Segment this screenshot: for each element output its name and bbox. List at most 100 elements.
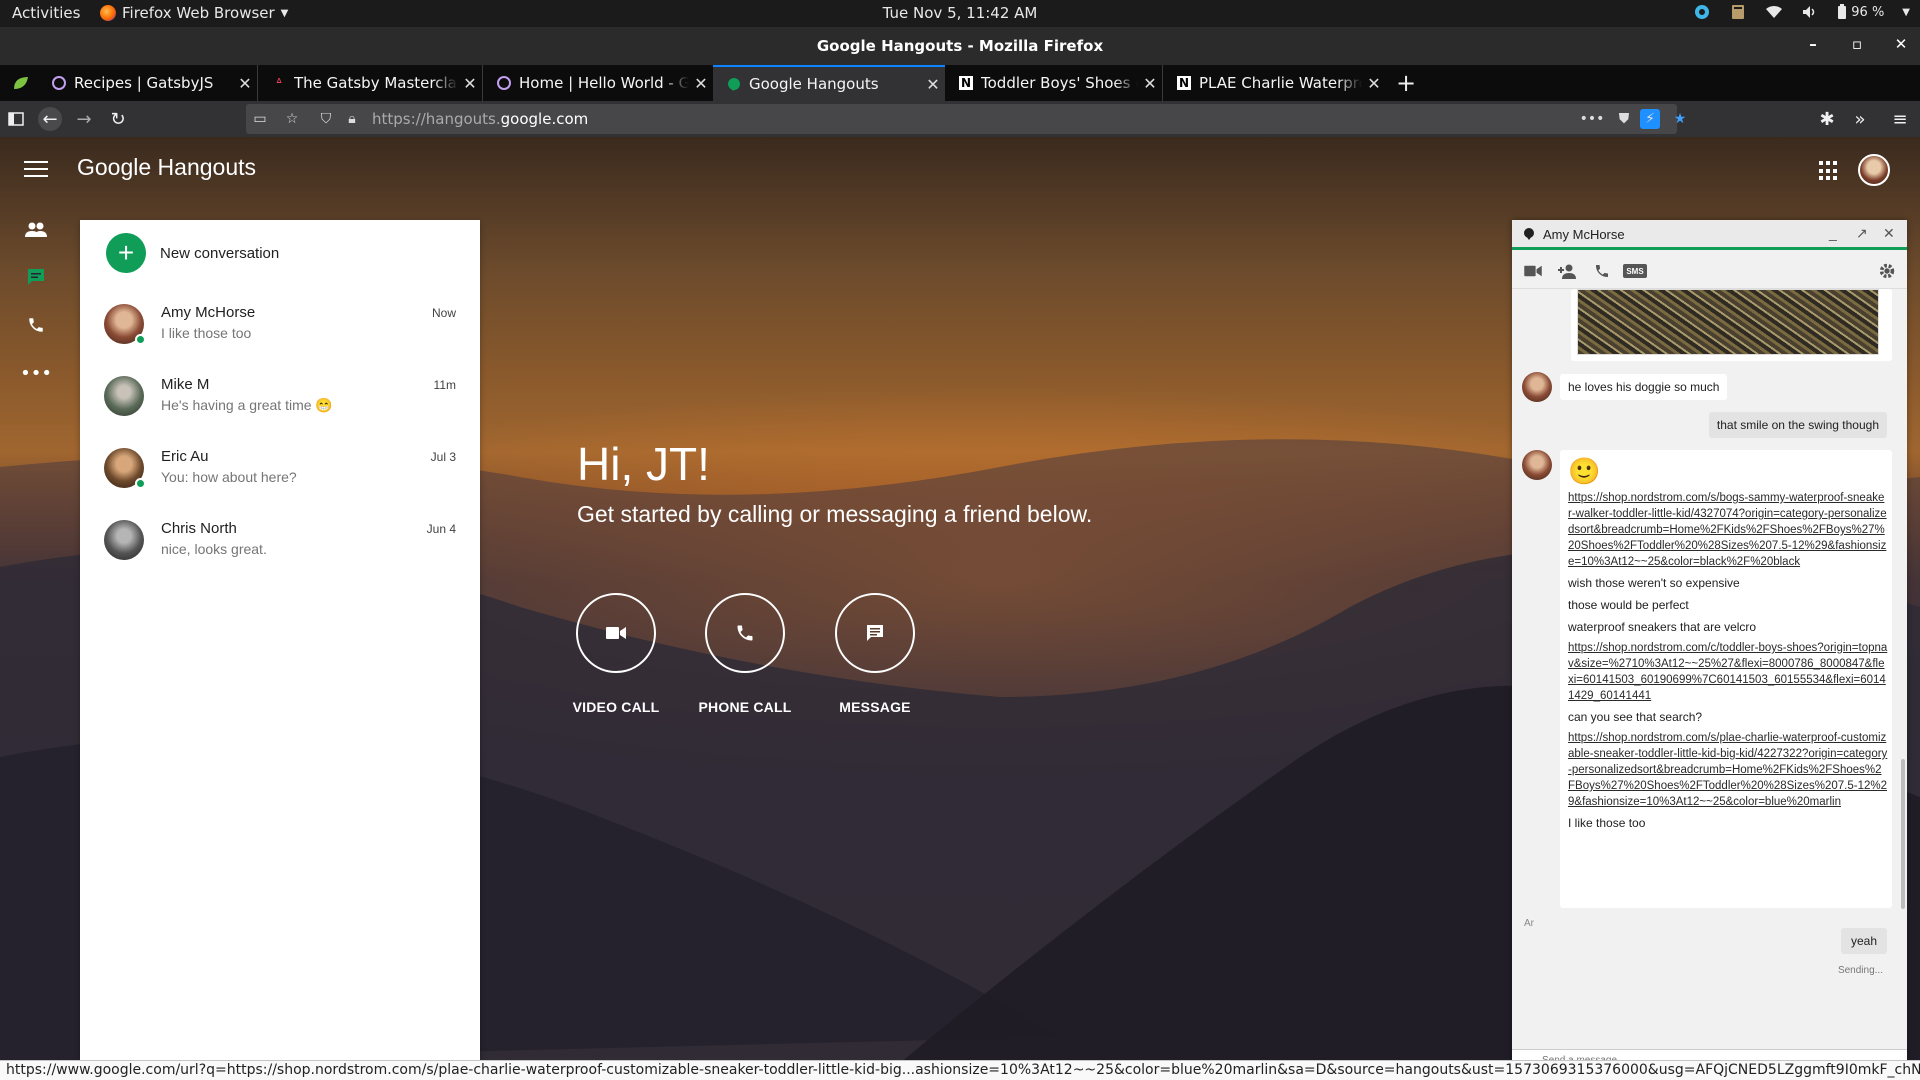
phone-call-icon[interactable] xyxy=(1592,261,1612,281)
minimize-button[interactable]: – xyxy=(1804,35,1822,53)
video-call-button[interactable]: VIDEO CALL xyxy=(561,593,671,715)
tab-hello-world[interactable]: Home | Hello World - Gatsby ✕ xyxy=(483,65,713,101)
close-tab-icon[interactable]: ✕ xyxy=(921,75,945,94)
incoming-message-group: 🙂 https://shop.nordstrom.com/s/bogs-samm… xyxy=(1560,450,1892,908)
reload-button[interactable]: ↻ xyxy=(106,107,130,131)
avatar xyxy=(104,520,144,560)
navigation-toolbar: ← → ↻ ▭ ☆ ⛉ 🔒︎ https://hangouts.google.c… xyxy=(0,101,1920,137)
maximize-button[interactable]: ▫ xyxy=(1848,35,1866,53)
conversation-time: Now xyxy=(431,306,456,320)
account-avatar[interactable] xyxy=(1858,154,1890,186)
tab-recipes-gatsby[interactable]: Recipes | GatsbyJS ✕ xyxy=(38,65,258,101)
conversation-item-mike[interactable]: Mike M He's having a great time 😁 11m xyxy=(80,362,480,434)
conversation-item-eric[interactable]: Eric Au You: how about here? Jul 3 xyxy=(80,434,480,506)
tab-gatsby-masterclass[interactable]: ᐞ The Gatsby Masterclass ✕ xyxy=(258,65,483,101)
conversation-name: Mike M xyxy=(161,376,210,393)
reader-view-icon[interactable]: ▭ xyxy=(248,107,272,131)
close-window-button[interactable]: ✕ xyxy=(1892,35,1910,53)
conversation-item-amy[interactable]: Amy McHorse I like those too Now xyxy=(80,290,480,362)
nordstrom-link-plae[interactable]: https://shop.nordstrom.com/s/plae-charli… xyxy=(1568,730,1888,810)
message-button[interactable]: MESSAGE xyxy=(820,593,930,715)
bookmark-star-icon[interactable]: ★ xyxy=(1668,107,1692,131)
chat-messages[interactable]: he loves his doggie so much that smile o… xyxy=(1512,289,1907,1063)
conversations-icon[interactable] xyxy=(24,265,48,289)
close-tab-icon[interactable]: ✕ xyxy=(1138,74,1162,93)
contacts-icon[interactable] xyxy=(24,217,48,241)
google-hangouts-logo[interactable]: Google Hangouts xyxy=(77,154,256,181)
message-label: MESSAGE xyxy=(839,699,911,715)
volume-icon[interactable] xyxy=(1801,3,1819,21)
power-menu-icon[interactable]: ▼ xyxy=(1902,7,1910,18)
battery-indicator[interactable]: 96 % xyxy=(1837,4,1884,20)
firefox-leaf-icon[interactable] xyxy=(12,75,30,91)
overflow-menu-icon[interactable]: » xyxy=(1848,107,1872,131)
outgoing-message: yeah xyxy=(1840,928,1887,954)
activities-button[interactable]: Activities xyxy=(12,4,80,22)
nordstrom-link-bogs[interactable]: https://shop.nordstrom.com/s/bogs-sammy-… xyxy=(1568,490,1888,570)
tab-plae-charlie[interactable]: N PLAE Charlie Waterproof ✕ xyxy=(1163,65,1386,101)
hamburger-menu-icon[interactable]: ≡ xyxy=(1888,107,1912,131)
popout-chat-button[interactable]: ↗ xyxy=(1856,225,1868,242)
conversation-time: Jun 4 xyxy=(426,522,456,536)
back-button[interactable]: ← xyxy=(38,107,62,131)
dropbox-icon[interactable] xyxy=(1693,3,1711,21)
system-top-bar: Activities Firefox Web Browser ▼ Tue Nov… xyxy=(0,0,1920,27)
message-text: can you see that search? xyxy=(1568,710,1703,724)
conversation-name: Chris North xyxy=(161,520,237,537)
system-tray[interactable]: 96 % ▼ xyxy=(1693,3,1910,21)
conversation-snippet: You: how about here? xyxy=(161,469,297,485)
app-menu[interactable]: Firefox Web Browser ▼ xyxy=(100,4,288,22)
new-conversation-label: New conversation xyxy=(160,244,280,262)
phone-call-button[interactable]: PHONE CALL xyxy=(690,593,800,715)
close-tab-icon[interactable]: ✕ xyxy=(233,74,257,93)
phone-icon xyxy=(705,593,785,673)
tab-title: Recipes | GatsbyJS xyxy=(74,74,214,92)
photo-message[interactable] xyxy=(1571,289,1892,361)
url-domain: google.com xyxy=(500,110,589,128)
message-text: those would be perfect xyxy=(1568,598,1689,612)
files-icon[interactable] xyxy=(1729,3,1747,21)
url-bar[interactable]: ▭ ☆ ⛉ 🔒︎ https://hangouts.google.com •••… xyxy=(246,104,1686,134)
chat-scrollbar[interactable] xyxy=(1901,759,1905,909)
close-tab-icon[interactable]: ✕ xyxy=(1362,74,1386,93)
url-text[interactable]: https://hangouts.google.com xyxy=(372,110,588,128)
main-menu-icon[interactable] xyxy=(24,161,48,179)
tab-google-hangouts[interactable]: Google Hangouts ✕ xyxy=(713,65,945,101)
online-indicator xyxy=(135,478,146,489)
chat-header[interactable]: Amy McHorse _ ↗ ✕ xyxy=(1512,220,1907,250)
greeting-title: Hi, JT! xyxy=(577,438,710,490)
close-tab-icon[interactable]: ✕ xyxy=(458,74,482,93)
new-tab-button[interactable]: + xyxy=(1396,69,1416,97)
phone-calls-icon[interactable] xyxy=(24,313,48,337)
close-tab-icon[interactable]: ✕ xyxy=(689,74,713,93)
tab-toddler-shoes[interactable]: N Toddler Boys' Shoes (Sizes ✕ xyxy=(945,65,1163,101)
conversation-snippet: nice, looks great. xyxy=(161,541,267,557)
extension-gear-icon[interactable]: ✱ xyxy=(1815,107,1839,131)
extension-icon[interactable]: ⚡ xyxy=(1640,109,1660,129)
conversation-time: Jul 3 xyxy=(430,450,456,464)
page-actions-icon[interactable]: ••• xyxy=(1580,107,1605,131)
chat-toolbar: SMS xyxy=(1512,253,1907,289)
sms-icon[interactable]: SMS xyxy=(1623,264,1647,278)
close-chat-button[interactable]: ✕ xyxy=(1883,225,1895,242)
nordstrom-link-search[interactable]: https://shop.nordstrom.com/c/toddler-boy… xyxy=(1568,640,1888,704)
wifi-icon[interactable] xyxy=(1765,3,1783,21)
tracking-shield-icon[interactable]: ⛉ xyxy=(314,107,338,131)
bookmark-star-add-icon[interactable]: ☆ xyxy=(280,107,304,131)
clock[interactable]: Tue Nov 5, 11:42 AM xyxy=(883,4,1038,22)
add-people-icon[interactable] xyxy=(1556,261,1580,281)
emoji-smile-icon: 🙂 xyxy=(1568,456,1601,486)
sidebar-toggle-icon[interactable] xyxy=(4,107,28,131)
new-conversation-button[interactable]: + New conversation xyxy=(106,233,279,273)
forward-button[interactable]: → xyxy=(72,107,96,131)
minimize-chat-button[interactable]: _ xyxy=(1829,225,1837,241)
video-call-icon[interactable] xyxy=(1522,261,1544,281)
message-text: waterproof sneakers that are velcro xyxy=(1568,620,1757,634)
chat-settings-gear-icon[interactable] xyxy=(1877,261,1897,281)
more-options-icon[interactable]: ••• xyxy=(20,361,52,385)
pocket-icon[interactable]: ⛊ xyxy=(1612,107,1636,131)
avatar xyxy=(104,376,144,416)
google-apps-icon[interactable] xyxy=(1819,161,1839,181)
shared-photo[interactable] xyxy=(1577,289,1879,355)
conversation-item-chris[interactable]: Chris North nice, looks great. Jun 4 xyxy=(80,506,480,578)
